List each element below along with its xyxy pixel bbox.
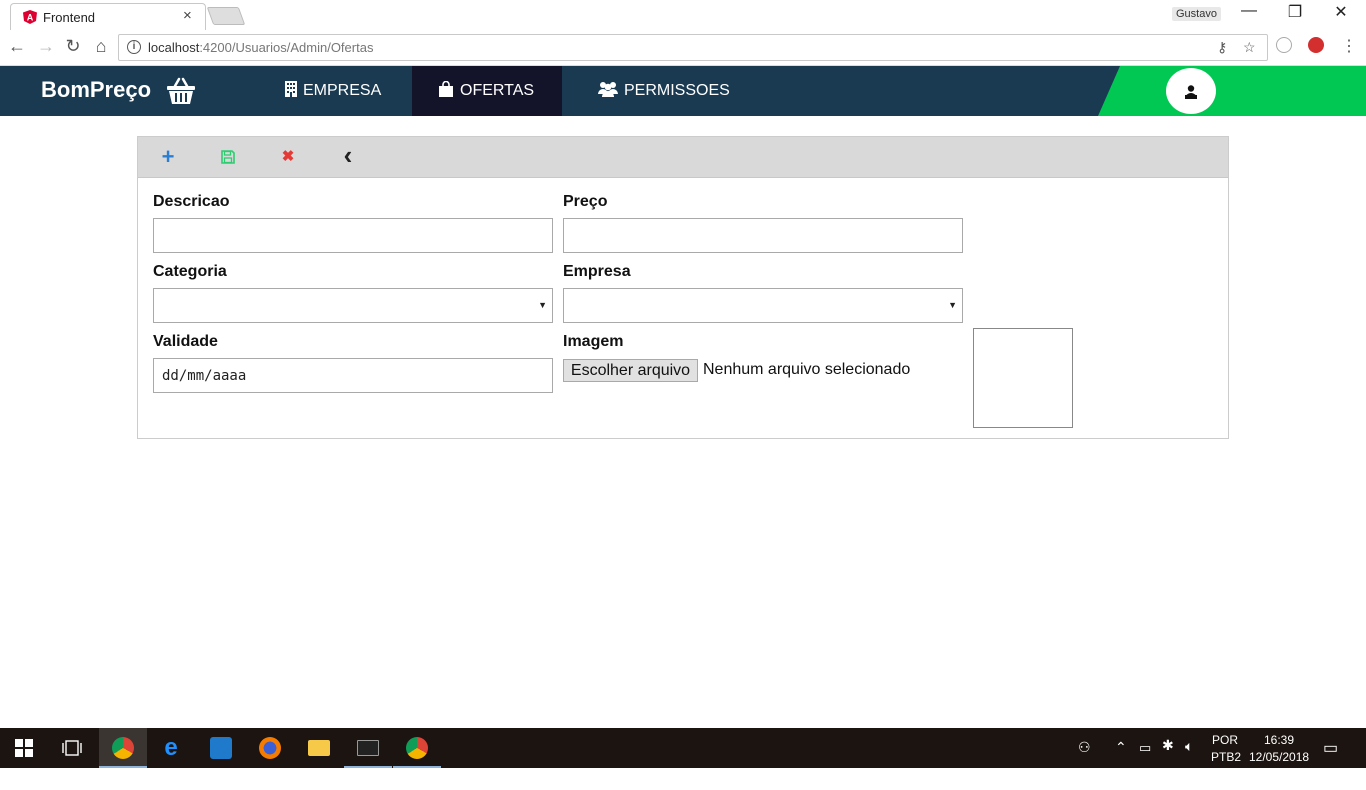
firefox-icon bbox=[259, 737, 281, 759]
nav-item-permissoes[interactable]: PERMISSOES bbox=[562, 66, 752, 116]
validade-date-input[interactable]: dd/mm/aaaa bbox=[153, 358, 553, 393]
cancel-button[interactable]: ✖ bbox=[278, 147, 298, 167]
clock-date[interactable]: 12/05/2018 bbox=[1249, 750, 1309, 790]
url-text: localhost:4200/Usuarios/Admin/Ofertas bbox=[148, 40, 374, 55]
taskbar: e ⚇ ⌃ ▭ ✱ 🔈︎ POR PTB2 16:39 12/05/2018 ▭ bbox=[0, 728, 1366, 768]
chevron-down-icon: ▼ bbox=[948, 300, 957, 310]
notifications-icon[interactable]: ▭ bbox=[1323, 738, 1338, 778]
chevron-down-icon: ▼ bbox=[538, 300, 547, 310]
home-icon[interactable]: ⌂ bbox=[90, 36, 112, 57]
browser-tab[interactable]: A Frontend × bbox=[10, 3, 206, 30]
angular-icon: A bbox=[23, 10, 37, 24]
navbar-accent-slant bbox=[1098, 66, 1120, 116]
users-icon bbox=[598, 66, 618, 116]
preco-input[interactable] bbox=[563, 218, 963, 253]
navbar-accent bbox=[1120, 66, 1366, 116]
language-bottom[interactable]: PTB2 bbox=[1211, 750, 1241, 790]
chrome-icon bbox=[112, 737, 134, 759]
categoria-select[interactable]: ▼ bbox=[153, 288, 553, 323]
brand-title[interactable]: BomPreço bbox=[41, 77, 151, 103]
descricao-input[interactable] bbox=[153, 218, 553, 253]
imagem-label: Imagem bbox=[563, 333, 624, 350]
add-button[interactable]: + bbox=[158, 146, 178, 168]
profile-button[interactable]: Gustavo bbox=[1172, 7, 1221, 21]
validade-label: Validade bbox=[153, 333, 218, 350]
save-icon bbox=[221, 150, 235, 164]
minimize-button[interactable]: — bbox=[1226, 2, 1272, 20]
opera-extension-icon[interactable] bbox=[1308, 37, 1324, 53]
taskbar-explorer[interactable] bbox=[295, 728, 343, 768]
nav-item-label: OFERTAS bbox=[460, 82, 535, 99]
star-icon[interactable]: ☆ bbox=[1243, 39, 1256, 56]
empresa-select[interactable]: ▼ bbox=[563, 288, 963, 323]
building-icon bbox=[285, 66, 297, 116]
chevron-up-icon[interactable]: ⌃ bbox=[1115, 739, 1127, 779]
shopping-bag-icon bbox=[438, 66, 454, 116]
forward-arrow-icon[interactable]: → bbox=[35, 36, 57, 57]
key-icon[interactable]: ⚷ bbox=[1217, 39, 1227, 56]
address-bar[interactable]: i localhost:4200/Usuarios/Admin/Ofertas … bbox=[118, 34, 1268, 61]
volume-icon[interactable]: 🔈︎ bbox=[1185, 738, 1193, 778]
preco-label: Preço bbox=[563, 193, 608, 210]
categoria-label: Categoria bbox=[153, 263, 227, 280]
file-status-text: Nenhum arquivo selecionado bbox=[703, 361, 911, 378]
user-avatar-button[interactable] bbox=[1166, 68, 1216, 114]
battery-icon[interactable]: ▭ bbox=[1139, 740, 1151, 780]
wifi-icon[interactable]: ✱ bbox=[1162, 737, 1174, 777]
save-button[interactable] bbox=[218, 147, 238, 167]
tab-close-icon[interactable]: × bbox=[183, 7, 192, 24]
vscode-icon bbox=[210, 737, 232, 759]
form-toolbar: + ✖ ‹ bbox=[138, 137, 1228, 178]
restore-button[interactable]: ❐ bbox=[1272, 2, 1318, 22]
edge-icon: e bbox=[164, 734, 178, 761]
folder-icon bbox=[308, 740, 330, 756]
chrome-icon bbox=[406, 737, 428, 759]
nav-item-ofertas[interactable]: OFERTAS bbox=[412, 66, 562, 116]
task-view-icon bbox=[62, 740, 82, 756]
choose-file-button[interactable]: Escolher arquivo bbox=[563, 359, 698, 382]
nav-item-empresa[interactable]: EMPRESA bbox=[268, 66, 412, 116]
browser-toolbar: ← → ↻ ⌂ i localhost:4200/Usuarios/Admin/… bbox=[0, 30, 1366, 66]
user-icon bbox=[1185, 85, 1197, 99]
taskbar-chrome[interactable] bbox=[99, 728, 147, 768]
browser-tabstrip: A Frontend × Gustavo — ❐ ✕ bbox=[0, 0, 1366, 30]
taskbar-chrome-2[interactable] bbox=[393, 728, 441, 768]
app-navbar: BomPreço EMPRESA OFERTAS PERMISSOES bbox=[0, 66, 1366, 116]
back-arrow-icon[interactable]: ← bbox=[6, 36, 28, 57]
descricao-label: Descricao bbox=[153, 193, 230, 210]
image-preview bbox=[973, 328, 1073, 428]
extension-icon[interactable] bbox=[1276, 37, 1292, 53]
info-icon[interactable]: i bbox=[127, 40, 141, 54]
close-window-button[interactable]: ✕ bbox=[1318, 2, 1364, 22]
taskbar-vscode[interactable] bbox=[197, 728, 245, 768]
new-tab-button[interactable] bbox=[206, 7, 246, 25]
basket-icon bbox=[167, 77, 195, 104]
back-button[interactable]: ‹ bbox=[338, 142, 358, 168]
nav-item-label: EMPRESA bbox=[303, 82, 382, 99]
taskbar-terminal[interactable] bbox=[344, 728, 392, 768]
nav-item-label: PERMISSOES bbox=[624, 82, 730, 99]
tab-title: Frontend bbox=[43, 10, 96, 25]
taskbar-edge[interactable]: e bbox=[147, 728, 195, 768]
oferta-form-panel: + ✖ ‹ Descricao Preço Categoria ▼ Empres… bbox=[137, 136, 1229, 439]
reload-icon[interactable]: ↻ bbox=[62, 36, 84, 57]
menu-icon[interactable]: ⋮ bbox=[1338, 36, 1360, 56]
task-view-button[interactable] bbox=[48, 728, 96, 768]
taskbar-firefox[interactable] bbox=[246, 728, 294, 768]
start-button[interactable] bbox=[0, 728, 48, 768]
people-icon[interactable]: ⚇ bbox=[1078, 739, 1091, 779]
terminal-icon bbox=[357, 740, 379, 756]
empresa-label: Empresa bbox=[563, 263, 631, 280]
windows-icon bbox=[15, 739, 33, 757]
date-placeholder: dd/mm/aaaa bbox=[162, 368, 247, 384]
svg-text:A: A bbox=[27, 13, 34, 23]
